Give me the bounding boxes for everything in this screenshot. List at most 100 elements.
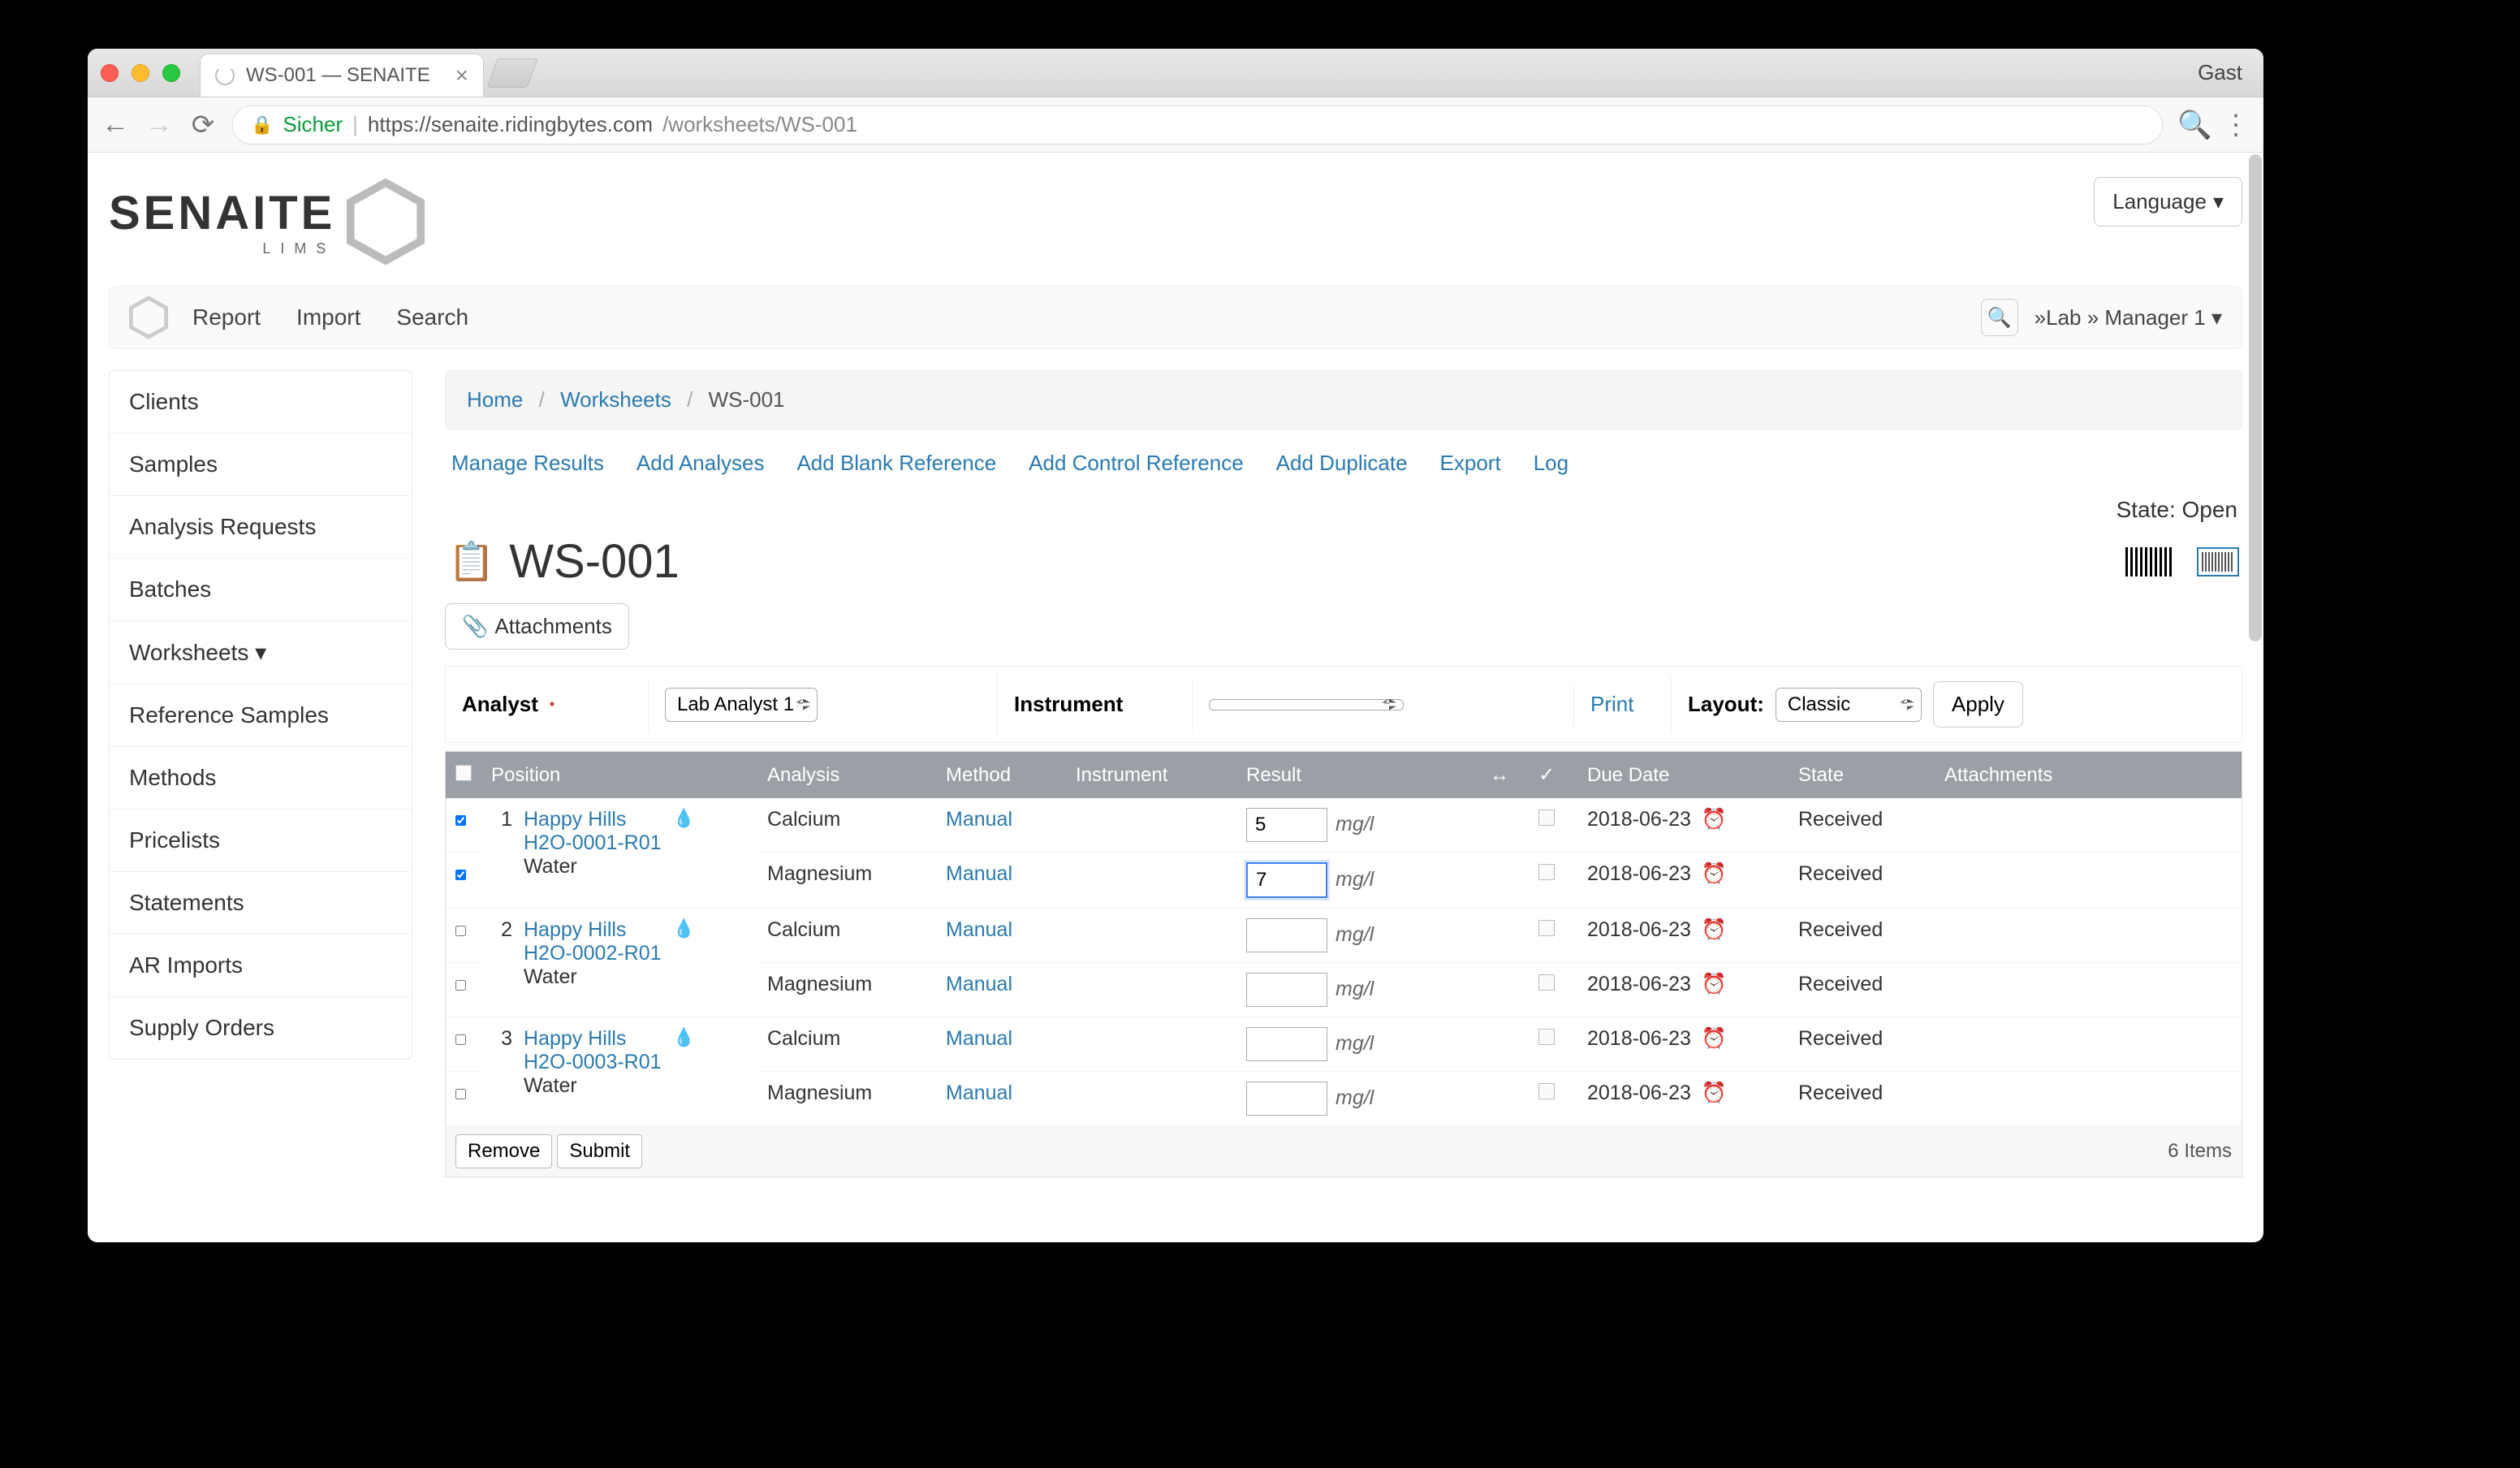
verified-checkbox[interactable] xyxy=(1538,864,1555,880)
new-tab-button[interactable] xyxy=(486,58,537,88)
col-result[interactable]: Result xyxy=(1236,752,1480,799)
instrument-select[interactable] xyxy=(1209,699,1404,710)
sidebar-item-samples[interactable]: Samples xyxy=(110,434,412,496)
row-checkbox[interactable] xyxy=(455,980,466,991)
maximize-window-icon[interactable] xyxy=(162,64,180,82)
state-cell: Received xyxy=(1789,909,1935,963)
page-header: SENAITE LIMS Language ▾ xyxy=(88,153,2263,266)
reload-button[interactable]: ⟳ xyxy=(188,109,218,141)
method-link[interactable]: Manual xyxy=(946,808,1012,831)
verified-checkbox[interactable] xyxy=(1538,1083,1555,1099)
sidebar-item-reference-samples[interactable]: Reference Samples xyxy=(110,684,412,747)
breadcrumb-worksheets[interactable]: Worksheets xyxy=(560,387,671,412)
row-checkbox[interactable] xyxy=(455,815,466,826)
close-tab-icon[interactable]: × xyxy=(455,63,468,89)
ar-link[interactable]: H2O-0002-R01 xyxy=(524,942,662,965)
submit-button[interactable]: Submit xyxy=(557,1134,642,1168)
forward-button: → xyxy=(145,109,174,140)
barcode-icon[interactable] xyxy=(2125,547,2174,576)
hexagon-icon[interactable] xyxy=(129,296,168,339)
address-bar[interactable]: 🔒 Sicher | https://senaite.ridingbytes.c… xyxy=(232,106,2163,145)
result-input[interactable] xyxy=(1246,1027,1327,1061)
col-state[interactable]: State xyxy=(1789,752,1935,799)
action-add-analyses[interactable]: Add Analyses xyxy=(636,451,765,476)
row-checkbox[interactable] xyxy=(455,1034,466,1045)
row-checkbox[interactable] xyxy=(455,870,466,880)
select-all-checkbox[interactable] xyxy=(455,765,472,781)
attachments-button[interactable]: 📎 Attachments xyxy=(445,603,629,650)
verified-checkbox[interactable] xyxy=(1538,974,1555,991)
result-input[interactable] xyxy=(1246,1082,1327,1116)
verified-checkbox[interactable] xyxy=(1538,1029,1555,1045)
analysis-cell: Calcium xyxy=(757,909,936,963)
action-add-control-reference[interactable]: Add Control Reference xyxy=(1029,451,1243,476)
nav-report[interactable]: Report xyxy=(192,304,261,330)
sidebar-item-analysis-requests[interactable]: Analysis Requests xyxy=(110,496,412,559)
scrollbar[interactable] xyxy=(2249,154,2262,641)
print-link[interactable]: Print xyxy=(1590,692,1633,717)
profile-label[interactable]: Gast xyxy=(2198,60,2250,85)
sidebar-item-pricelists[interactable]: Pricelists xyxy=(110,810,412,872)
tab-title: WS-001 — SENAITE xyxy=(246,64,430,87)
method-link[interactable]: Manual xyxy=(946,1027,1012,1050)
minimize-window-icon[interactable] xyxy=(132,64,149,82)
barcode-search-icon[interactable] xyxy=(2197,547,2239,576)
row-checkbox[interactable] xyxy=(455,926,466,936)
state-cell: Received xyxy=(1789,963,1935,1017)
logo[interactable]: SENAITE LIMS xyxy=(109,177,425,266)
result-input[interactable] xyxy=(1246,918,1327,952)
table-row: 3Happy HillsH2O-0003-R01Water💧CalciumMan… xyxy=(446,1017,2242,1072)
action-add-blank-reference[interactable]: Add Blank Reference xyxy=(796,451,996,476)
row-checkbox[interactable] xyxy=(455,1089,466,1099)
sidebar-item-clients[interactable]: Clients xyxy=(110,371,412,434)
col-due-date[interactable]: Due Date xyxy=(1577,752,1789,799)
col-instrument[interactable]: Instrument xyxy=(1066,752,1236,799)
language-button[interactable]: Language ▾ xyxy=(2094,177,2242,227)
nav-import[interactable]: Import xyxy=(296,304,360,330)
ar-link[interactable]: H2O-0001-R01 xyxy=(524,831,662,854)
action-export[interactable]: Export xyxy=(1440,451,1501,476)
client-link[interactable]: Happy Hills xyxy=(524,1027,626,1050)
browser-tab[interactable]: WS-001 — SENAITE × xyxy=(200,54,484,97)
result-input[interactable] xyxy=(1246,808,1327,842)
verified-checkbox[interactable] xyxy=(1538,810,1555,826)
action-add-duplicate[interactable]: Add Duplicate xyxy=(1276,451,1408,476)
sidebar-item-ar-imports[interactable]: AR Imports xyxy=(110,935,412,997)
sidebar-item-worksheets[interactable]: Worksheets ▾ xyxy=(110,621,412,684)
col-attachments[interactable]: Attachments xyxy=(1935,752,2242,799)
close-window-icon[interactable] xyxy=(101,64,119,82)
remove-button[interactable]: Remove xyxy=(455,1134,552,1168)
nav-search[interactable]: Search xyxy=(396,304,468,330)
action-log[interactable]: Log xyxy=(1534,451,1569,476)
apply-button[interactable]: Apply xyxy=(1933,681,2023,728)
unit-label: mg/l xyxy=(1336,978,1374,1000)
search-button[interactable]: 🔍 xyxy=(1981,299,2018,336)
client-link[interactable]: Happy Hills xyxy=(524,918,626,941)
sidebar-item-batches[interactable]: Batches xyxy=(110,559,412,621)
verified-checkbox[interactable] xyxy=(1538,920,1555,936)
position-number: 3 xyxy=(491,1027,512,1098)
col-method[interactable]: Method xyxy=(936,752,1066,799)
col-analysis[interactable]: Analysis xyxy=(757,752,936,799)
lock-icon: 🔒 xyxy=(251,114,273,136)
breadcrumb-home[interactable]: Home xyxy=(467,387,523,412)
action-manage-results[interactable]: Manage Results xyxy=(451,451,604,476)
ar-link[interactable]: H2O-0003-R01 xyxy=(524,1051,662,1073)
result-input[interactable] xyxy=(1246,973,1327,1007)
method-link[interactable]: Manual xyxy=(946,973,1012,995)
client-link[interactable]: Happy Hills xyxy=(524,808,626,831)
analyst-select[interactable]: Lab Analyst 1 xyxy=(665,688,818,722)
method-link[interactable]: Manual xyxy=(946,918,1012,941)
layout-select[interactable]: Classic xyxy=(1776,688,1922,722)
method-link[interactable]: Manual xyxy=(946,862,1012,885)
menu-icon[interactable]: ⋮ xyxy=(2221,109,2250,141)
sidebar-item-supply-orders[interactable]: Supply Orders xyxy=(110,997,412,1059)
back-button[interactable]: ← xyxy=(101,109,130,140)
sidebar-item-statements[interactable]: Statements xyxy=(110,872,412,935)
sidebar-item-methods[interactable]: Methods xyxy=(110,747,412,810)
method-link[interactable]: Manual xyxy=(946,1082,1012,1104)
result-input[interactable] xyxy=(1246,862,1327,898)
col-position[interactable]: Position xyxy=(481,752,757,799)
user-menu[interactable]: »Lab » Manager 1 ▾ xyxy=(2035,305,2222,330)
search-in-page-icon[interactable]: 🔍 xyxy=(2177,109,2207,141)
